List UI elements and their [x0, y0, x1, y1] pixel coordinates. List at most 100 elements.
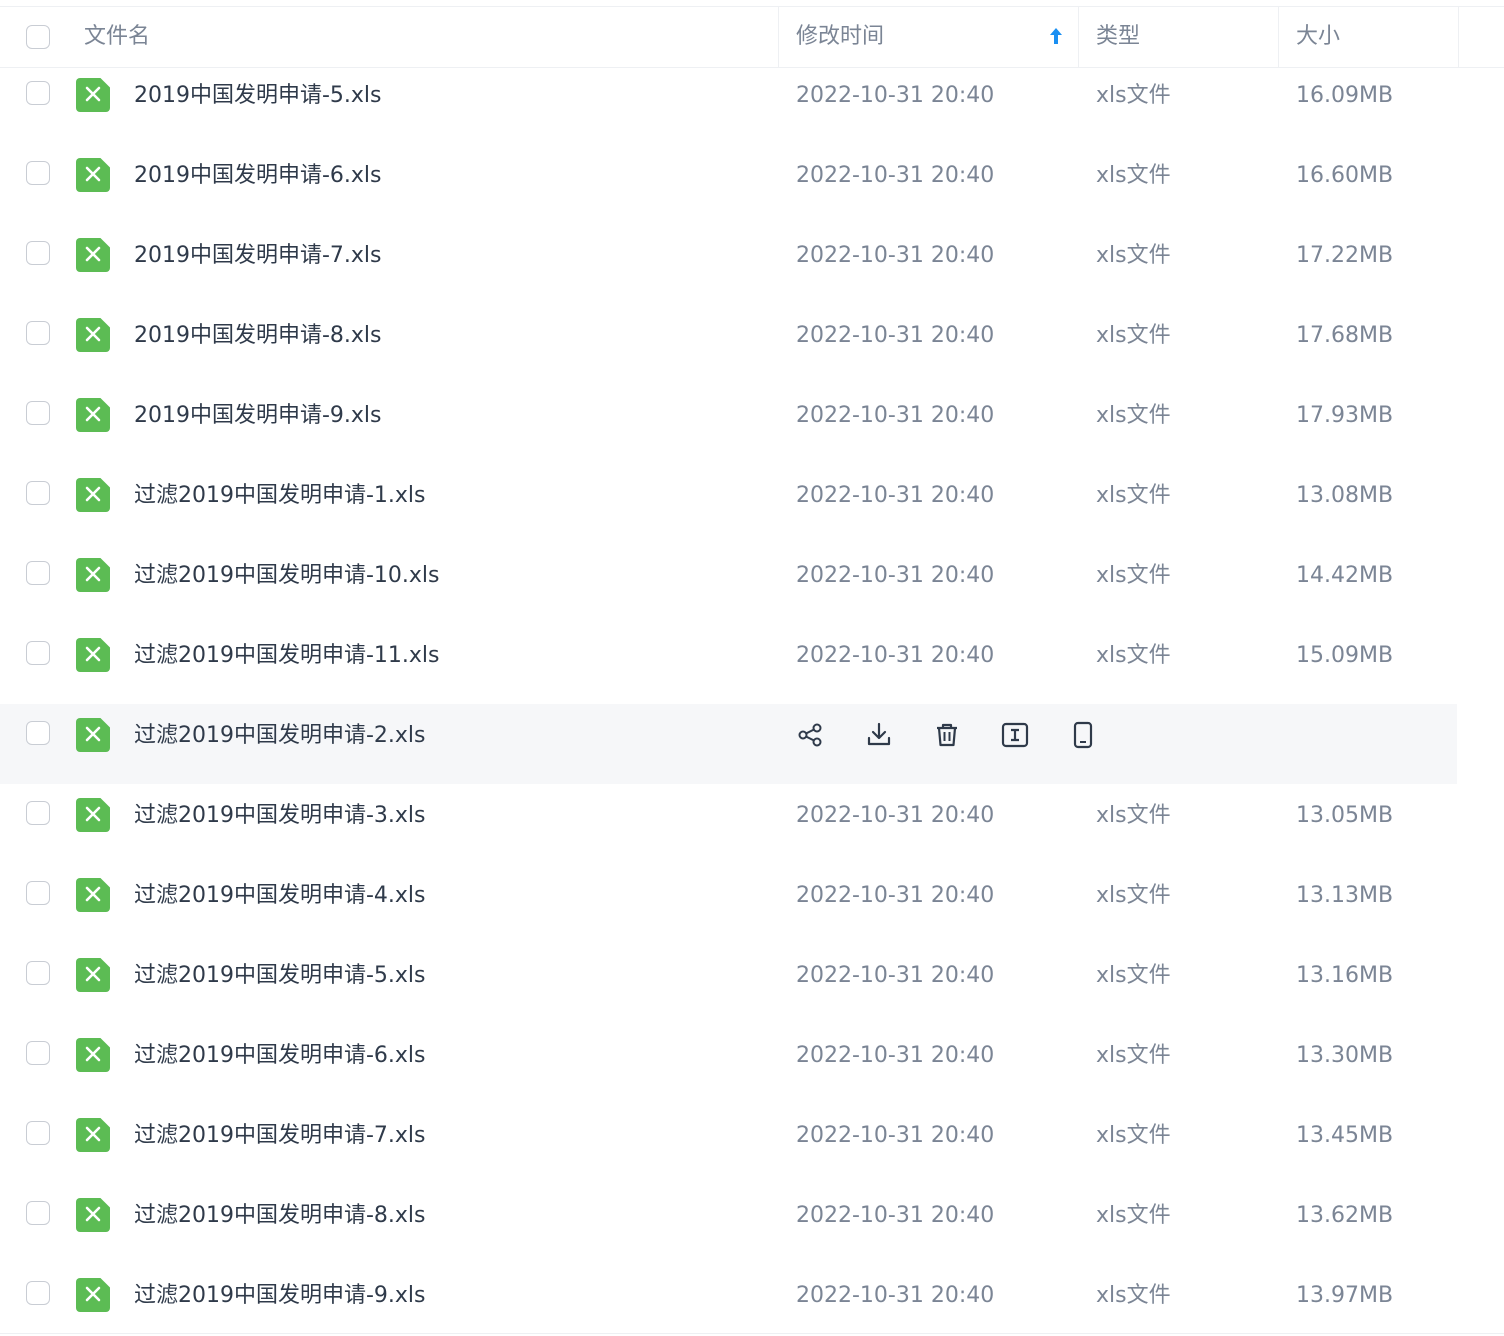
modified-time: 2022-10-31 20:40 [796, 83, 995, 108]
file-size: 17.22MB [1296, 243, 1394, 268]
excel-file-icon [76, 1118, 110, 1152]
excel-file-icon [76, 798, 110, 832]
file-name[interactable]: 过滤2019中国发明申请-11.xls [134, 626, 440, 686]
file-name[interactable]: 过滤2019中国发明申请-6.xls [134, 1026, 426, 1086]
modified-time: 2022-10-31 20:40 [796, 643, 995, 668]
file-name[interactable]: 过滤2019中国发明申请-8.xls [134, 1186, 426, 1246]
table-row[interactable]: 2019中国发明申请-5.xls 2022-10-31 20:40 xls文件 16.… [0, 66, 1504, 146]
share-icon[interactable] [796, 720, 826, 750]
excel-file-icon [76, 78, 110, 112]
row-checkbox[interactable] [26, 161, 50, 185]
modified-time: 2022-10-31 20:40 [796, 1203, 995, 1228]
row-checkbox[interactable] [26, 721, 50, 745]
file-type: xls文件 [1096, 1203, 1171, 1228]
column-divider[interactable] [1278, 7, 1279, 67]
column-header-type[interactable]: 类型 [1096, 7, 1140, 67]
excel-file-icon [76, 878, 110, 912]
file-name[interactable]: 2019中国发明申请-5.xls [134, 66, 382, 126]
table-bottom-border [0, 1333, 1504, 1334]
column-divider[interactable] [1458, 7, 1459, 67]
file-name[interactable]: 过滤2019中国发明申请-10.xls [134, 546, 440, 606]
row-checkbox[interactable] [26, 641, 50, 665]
row-checkbox[interactable] [26, 561, 50, 585]
file-name[interactable]: 过滤2019中国发明申请-1.xls [134, 466, 426, 526]
excel-file-icon [76, 478, 110, 512]
column-header-size[interactable]: 大小 [1296, 7, 1340, 67]
row-checkbox[interactable] [26, 881, 50, 905]
excel-file-icon [76, 1198, 110, 1232]
row-checkbox[interactable] [26, 81, 50, 105]
file-name[interactable]: 2019中国发明申请-7.xls [134, 226, 382, 286]
modified-time: 2022-10-31 20:40 [796, 243, 995, 268]
table-row[interactable]: 过滤2019中国发明申请-9.xls 2022-10-31 20:40 xls文件 1… [0, 1266, 1504, 1336]
excel-file-icon [76, 1278, 110, 1312]
modified-time: 2022-10-31 20:40 [796, 1043, 995, 1068]
file-size: 14.42MB [1296, 563, 1394, 588]
column-divider[interactable] [1078, 7, 1079, 67]
rename-icon[interactable] [1000, 720, 1030, 750]
row-checkbox[interactable] [26, 1121, 50, 1145]
modified-time: 2022-10-31 20:40 [796, 803, 995, 828]
table-row[interactable]: 过滤2019中国发明申请-10.xls 2022-10-31 20:40 xls文件… [0, 546, 1504, 626]
delete-icon[interactable] [932, 720, 962, 750]
table-row[interactable]: 2019中国发明申请-7.xls 2022-10-31 20:40 xls文件 17.… [0, 226, 1504, 306]
table-row[interactable]: 2019中国发明申请-8.xls 2022-10-31 20:40 xls文件 17.… [0, 306, 1504, 386]
modified-time: 2022-10-31 20:40 [796, 963, 995, 988]
column-header-time[interactable]: 修改时间 [796, 7, 884, 67]
file-name[interactable]: 过滤2019中国发明申请-2.xls [134, 706, 426, 766]
file-type: xls文件 [1096, 403, 1171, 428]
mobile-icon[interactable] [1068, 720, 1098, 750]
modified-time: 2022-10-31 20:40 [796, 323, 995, 348]
file-size: 17.68MB [1296, 323, 1394, 348]
file-type: xls文件 [1096, 563, 1171, 588]
sort-ascending-icon[interactable] [1047, 26, 1065, 46]
row-checkbox[interactable] [26, 801, 50, 825]
column-header-name[interactable]: 文件名 [84, 7, 150, 67]
row-checkbox[interactable] [26, 321, 50, 345]
file-name[interactable]: 2019中国发明申请-9.xls [134, 386, 382, 446]
excel-file-icon [76, 558, 110, 592]
table-row[interactable]: 过滤2019中国发明申请-8.xls 2022-10-31 20:40 xls文件 1… [0, 1186, 1504, 1266]
table-row[interactable]: 过滤2019中国发明申请-4.xls 2022-10-31 20:40 xls文件 1… [0, 866, 1504, 946]
file-type: xls文件 [1096, 643, 1171, 668]
excel-file-icon [76, 398, 110, 432]
file-name[interactable]: 2019中国发明申请-8.xls [134, 306, 382, 366]
row-checkbox[interactable] [26, 401, 50, 425]
file-type: xls文件 [1096, 883, 1171, 908]
table-row[interactable]: 过滤2019中国发明申请-6.xls 2022-10-31 20:40 xls文件 1… [0, 1026, 1504, 1106]
file-name[interactable]: 过滤2019中国发明申请-3.xls [134, 786, 426, 846]
file-size: 13.13MB [1296, 883, 1394, 908]
row-checkbox[interactable] [26, 1041, 50, 1065]
row-checkbox[interactable] [26, 1201, 50, 1225]
download-icon[interactable] [864, 720, 894, 750]
table-row[interactable]: 过滤2019中国发明申请-5.xls 2022-10-31 20:40 xls文件 1… [0, 946, 1504, 1026]
row-checkbox[interactable] [26, 481, 50, 505]
file-size: 13.62MB [1296, 1203, 1394, 1228]
table-row[interactable]: 过滤2019中国发明申请-1.xls 2022-10-31 20:40 xls文件 1… [0, 466, 1504, 546]
excel-file-icon [76, 158, 110, 192]
modified-time: 2022-10-31 20:40 [796, 163, 995, 188]
table-row[interactable]: 过滤2019中国发明申请-3.xls 2022-10-31 20:40 xls文件 1… [0, 786, 1504, 866]
file-list-table: 文件名 修改时间 类型 大小 2019中国发明申请-5.xls 2022-10-3… [0, 0, 1504, 1336]
file-type: xls文件 [1096, 483, 1171, 508]
file-size: 13.97MB [1296, 1283, 1394, 1308]
table-row[interactable]: 2019中国发明申请-6.xls 2022-10-31 20:40 xls文件 16.… [0, 146, 1504, 226]
file-name[interactable]: 过滤2019中国发明申请-7.xls [134, 1106, 426, 1166]
column-divider[interactable] [778, 7, 779, 67]
modified-time: 2022-10-31 20:40 [796, 563, 995, 588]
table-row[interactable]: 过滤2019中国发明申请-7.xls 2022-10-31 20:40 xls文件 1… [0, 1106, 1504, 1186]
file-name[interactable]: 过滤2019中国发明申请-9.xls [134, 1266, 426, 1326]
table-row[interactable]: 2019中国发明申请-9.xls 2022-10-31 20:40 xls文件 17.… [0, 386, 1504, 466]
table-row[interactable]: 过滤2019中国发明申请-11.xls 2022-10-31 20:40 xls文件… [0, 626, 1504, 706]
file-name[interactable]: 2019中国发明申请-6.xls [134, 146, 382, 206]
row-checkbox[interactable] [26, 961, 50, 985]
excel-file-icon [76, 238, 110, 272]
select-all-checkbox[interactable] [26, 25, 50, 49]
row-checkbox[interactable] [26, 1281, 50, 1305]
file-name[interactable]: 过滤2019中国发明申请-4.xls [134, 866, 426, 926]
table-row[interactable]: 过滤2019中国发明申请-2.xls [0, 704, 1457, 784]
file-size: 15.09MB [1296, 643, 1394, 668]
file-name[interactable]: 过滤2019中国发明申请-5.xls [134, 946, 426, 1006]
row-checkbox[interactable] [26, 241, 50, 265]
file-size: 13.16MB [1296, 963, 1394, 988]
